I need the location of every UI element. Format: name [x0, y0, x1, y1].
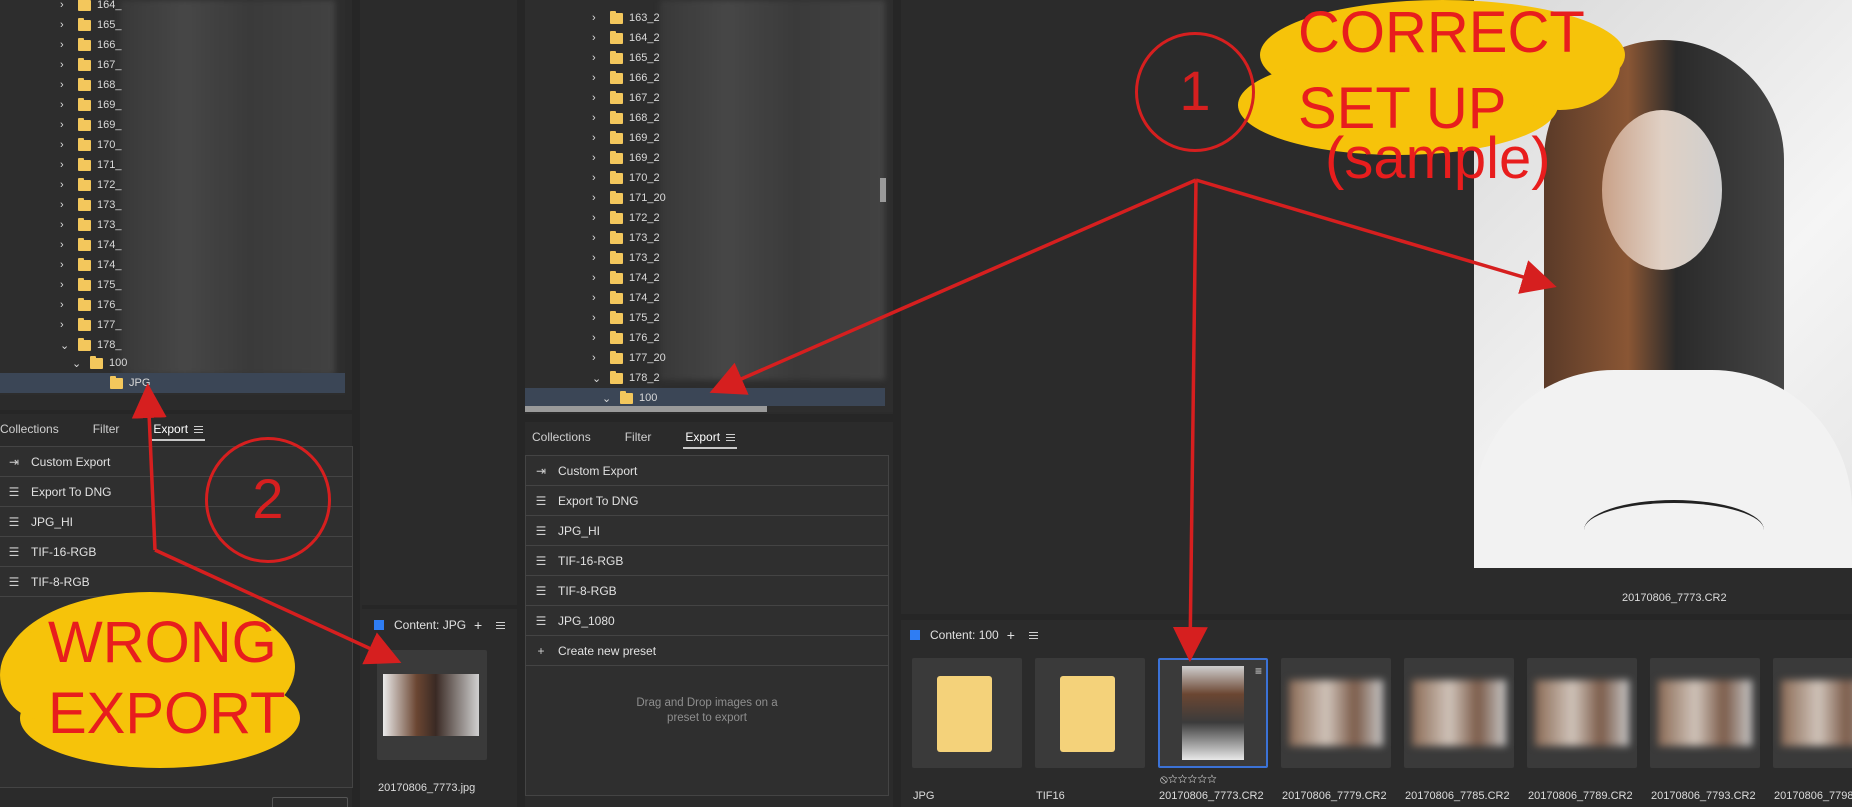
step-2-circle: 2	[205, 437, 331, 563]
arrow-to-mid-tree	[709, 178, 1197, 395]
arrow-to-preview	[1195, 178, 1557, 294]
correct-label-3: (sample)	[1325, 126, 1551, 191]
arrow-to-thumb	[1172, 179, 1208, 662]
correct-label-1: CORRECT	[1298, 0, 1585, 65]
wrong-label-1: WRONG	[48, 610, 277, 675]
wrong-label-2: EXPORT	[48, 681, 286, 746]
step-1-circle: 1	[1135, 32, 1255, 152]
arrow-to-left-tree	[131, 383, 167, 551]
